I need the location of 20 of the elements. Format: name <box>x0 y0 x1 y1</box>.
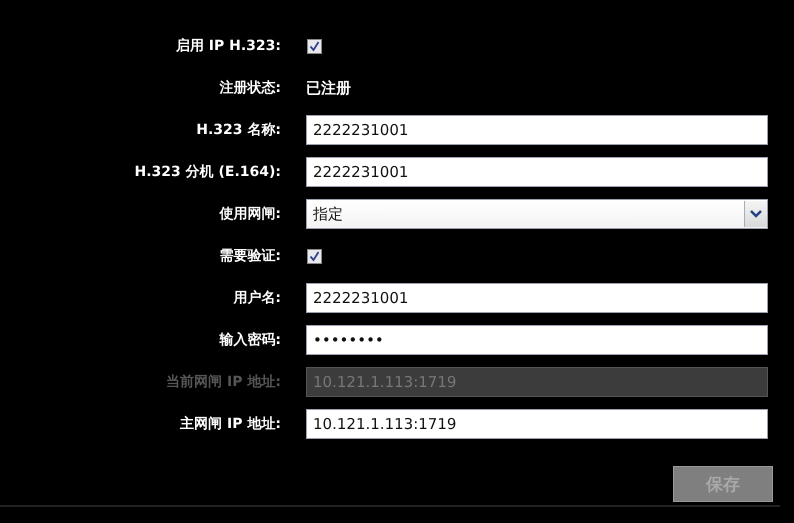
input-field[interactable]: 2222231001 <box>306 115 768 145</box>
field-label: H.323 名称: <box>195 121 281 139</box>
field-label: 需要验证: <box>218 247 281 265</box>
input-field[interactable]: •••••••• <box>306 325 768 355</box>
field-label: 输入密码: <box>218 331 281 349</box>
field-label: 用户名: <box>232 289 281 307</box>
dropdown[interactable]: 指定 <box>306 199 768 229</box>
input-field[interactable]: 2222231001 <box>306 283 768 313</box>
chevron-down-icon <box>750 210 762 218</box>
field-label: 注册状态: <box>218 79 281 97</box>
checkbox[interactable] <box>307 248 322 264</box>
field-label: 当前网闸 IP 地址: <box>165 373 281 391</box>
input-field[interactable]: 10.121.1.113:1719 <box>306 409 768 439</box>
field-label: 启用 IP H.323: <box>174 37 281 55</box>
input-field[interactable]: 2222231001 <box>306 157 768 187</box>
field-label: 主网闸 IP 地址: <box>179 415 281 433</box>
field-label: 使用网闸: <box>218 205 281 223</box>
checkbox[interactable] <box>307 38 322 54</box>
status-text: 已注册 <box>306 78 351 98</box>
field-label: H.323 分机 (E.164): <box>133 163 281 181</box>
